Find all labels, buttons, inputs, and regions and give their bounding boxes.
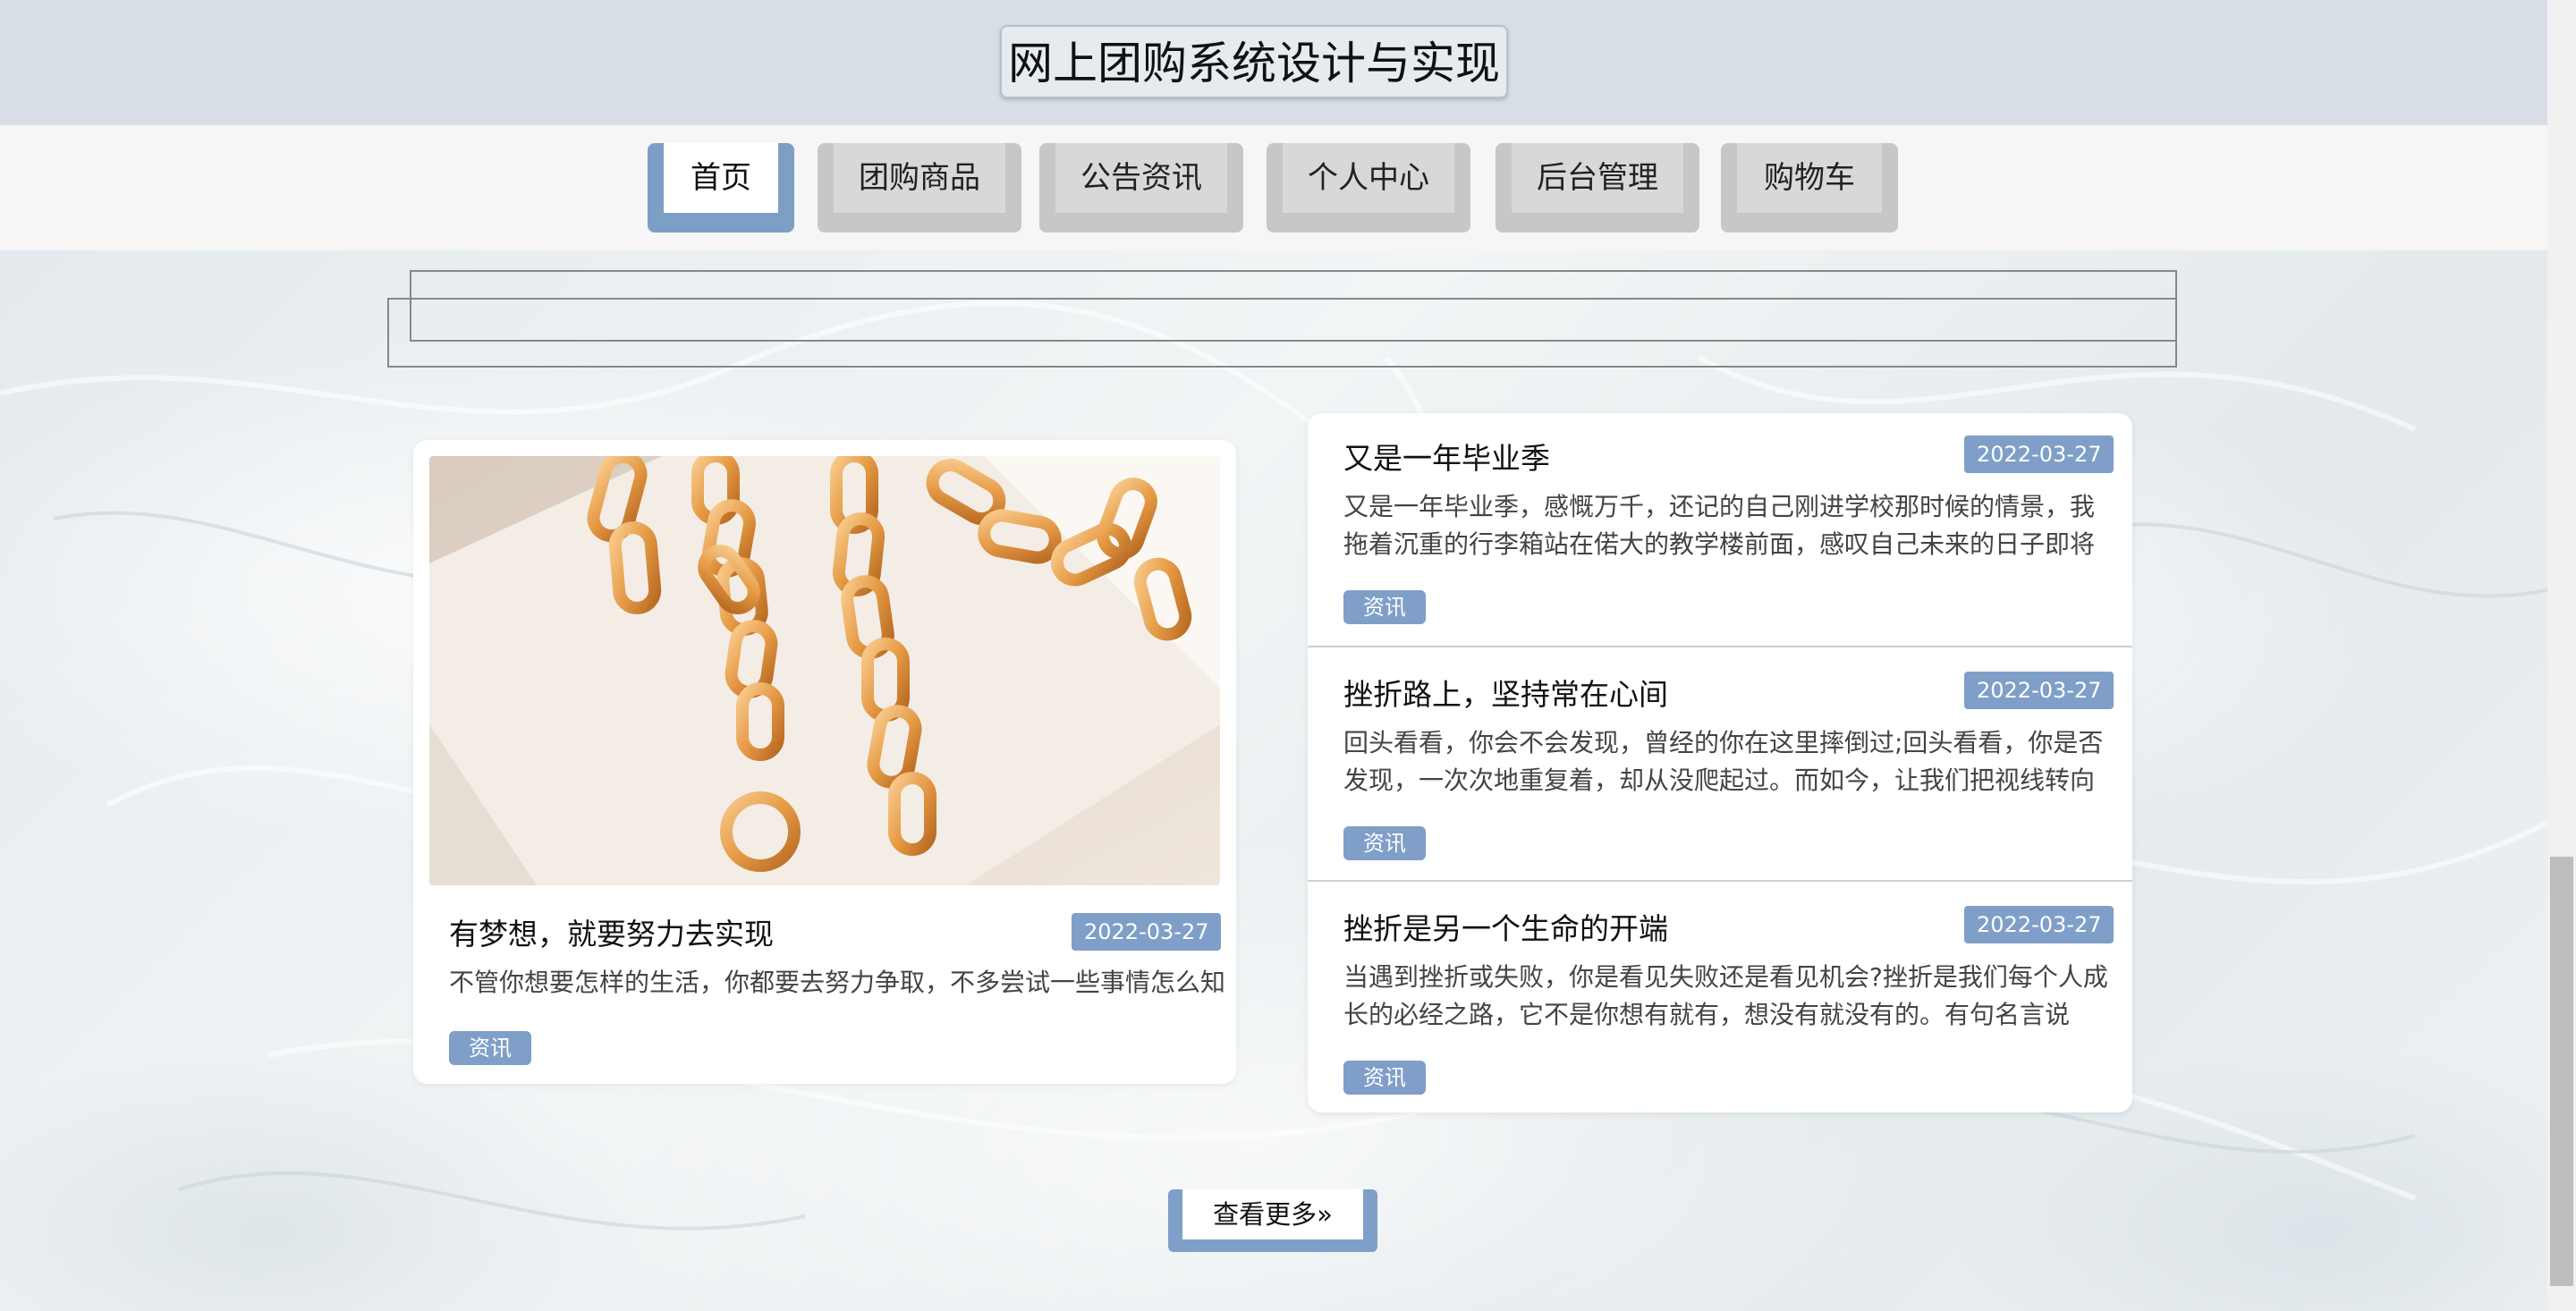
news-list: 又是一年毕业季 2022-03-27 又是一年毕业季，感慨万千，还记的自己刚进学… — [1308, 413, 2132, 1112]
nav-announcements[interactable]: 公告资讯 — [1039, 143, 1243, 233]
nav-personal-center[interactable]: 个人中心 — [1267, 143, 1470, 233]
nav-announcements-label: 公告资讯 — [1055, 143, 1227, 213]
news-title[interactable]: 挫折是另一个生命的开端 — [1343, 905, 1668, 948]
site-header: 网上团购系统设计与实现 — [0, 0, 2547, 125]
news-tag[interactable]: 资讯 — [1343, 826, 1426, 860]
featured-news-tag[interactable]: 资讯 — [449, 1031, 531, 1065]
nav-cart-label: 购物车 — [1737, 143, 1882, 213]
nav-group-products[interactable]: 团购商品 — [818, 143, 1021, 233]
featured-news-date: 2022-03-27 — [1072, 913, 1222, 951]
news-list-item[interactable]: 挫折路上，坚持常在心间 2022-03-27 回头看看，你会不会发现，曾经的你在… — [1308, 646, 2132, 880]
news-date: 2022-03-27 — [1964, 672, 2114, 709]
news-date: 2022-03-27 — [1964, 906, 2114, 943]
view-more-label: 查看更多 — [1213, 1199, 1318, 1230]
featured-news-image[interactable] — [429, 456, 1220, 885]
empty-frame — [387, 298, 2177, 368]
site-title: 网上团购系统设计与实现 — [1000, 25, 1508, 98]
nav-cart[interactable]: 购物车 — [1721, 143, 1898, 233]
view-more-button[interactable]: 查看更多» — [1168, 1189, 1377, 1252]
scrollbar-thumb[interactable] — [2550, 857, 2573, 1286]
news-tag[interactable]: 资讯 — [1343, 1061, 1426, 1095]
news-list-item[interactable]: 又是一年毕业季 2022-03-27 又是一年毕业季，感慨万千，还记的自己刚进学… — [1308, 413, 2132, 647]
news-excerpt: 回头看看，你会不会发现，曾经的你在这里摔倒过;回头看看，你是否发现，一次次地重复… — [1343, 728, 2104, 795]
nav-home[interactable]: 首页 — [648, 143, 794, 233]
view-more-content: 查看更多» — [1182, 1189, 1363, 1239]
news-excerpt: 又是一年毕业季，感慨万千，还记的自己刚进学校那时候的情景，我拖着沉重的行李箱站在… — [1343, 492, 2096, 559]
nav-home-label: 首页 — [664, 143, 778, 213]
nav-group-products-label: 团购商品 — [834, 143, 1005, 213]
news-date: 2022-03-27 — [1964, 436, 2114, 473]
nav-personal-center-label: 个人中心 — [1283, 143, 1454, 213]
news-title[interactable]: 又是一年毕业季 — [1343, 435, 1550, 478]
page-background — [0, 250, 2547, 1311]
nav-admin-label: 后台管理 — [1512, 143, 1683, 213]
featured-news-title[interactable]: 有梦想，就要努力去实现 — [449, 910, 774, 953]
featured-news-excerpt: 不管你想要怎样的生活，你都要去努力争取，不多尝试一些事情怎么知 — [449, 968, 1226, 997]
featured-news-card[interactable]: 有梦想，就要努力去实现 2022-03-27 不管你想要怎样的生活，你都要去努力… — [413, 440, 1236, 1084]
double-chevron-right-icon: » — [1317, 1199, 1333, 1230]
nav-admin[interactable]: 后台管理 — [1496, 143, 1699, 233]
news-excerpt: 当遇到挫折或失败，你是看见失败还是看见机会?挫折是我们每个人成长的必经之路，它不… — [1343, 962, 2108, 1029]
news-tag[interactable]: 资讯 — [1343, 590, 1426, 624]
news-list-item[interactable]: 挫折是另一个生命的开端 2022-03-27 当遇到挫折或失败，你是看见失败还是… — [1308, 880, 2132, 1112]
news-title[interactable]: 挫折路上，坚持常在心间 — [1343, 671, 1668, 714]
